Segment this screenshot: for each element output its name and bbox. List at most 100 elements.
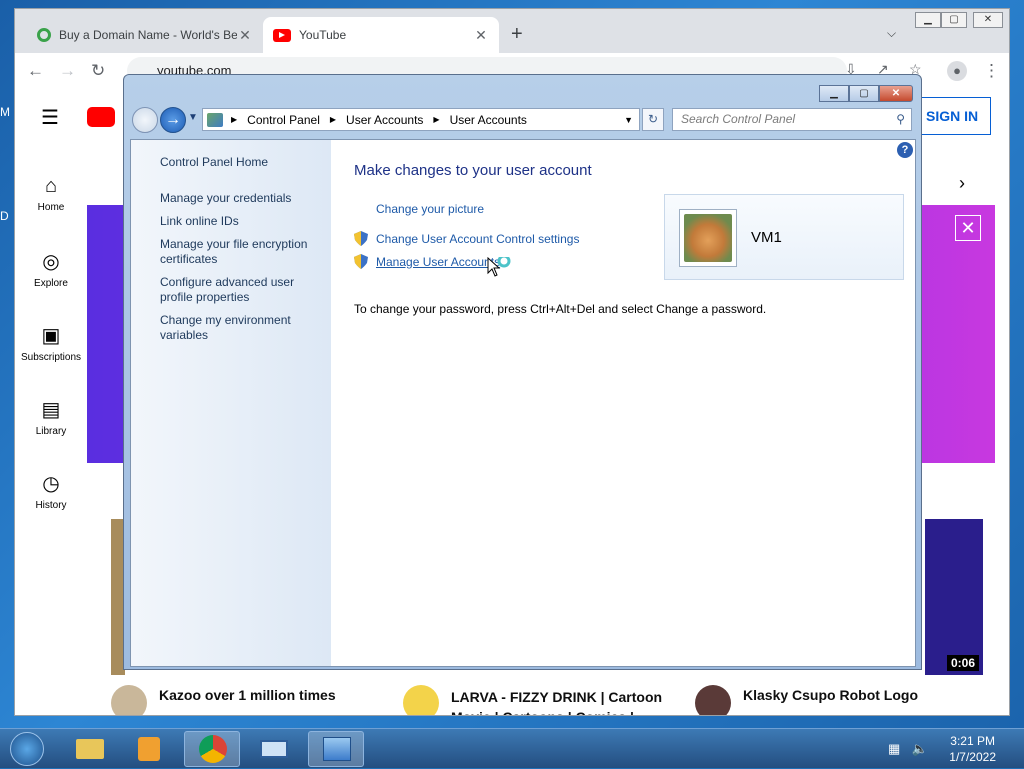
taskbar-explorer[interactable] [62, 731, 118, 767]
home-icon: ⌂ [44, 175, 58, 197]
library-icon: ▤ [41, 399, 61, 421]
desktop-edge-text: M D [0, 60, 12, 268]
refresh-button[interactable]: ↻ [642, 108, 664, 131]
control-panel-content: Control Panel Home Manage your credentia… [130, 139, 916, 667]
breadcrumb-separator[interactable]: ▶ [330, 115, 336, 124]
menu-dots-icon[interactable]: ⋮ [983, 61, 1000, 81]
windows-logo-icon [10, 732, 44, 766]
youtube-logo-icon[interactable] [87, 107, 115, 127]
task-manage-user-accounts[interactable]: Manage User Accounts [354, 254, 500, 269]
link-advanced-profile[interactable]: Configure advanced user profile properti… [160, 275, 325, 305]
link-environment-variables[interactable]: Change my environment variables [160, 313, 325, 343]
dog-picture-icon [684, 214, 732, 262]
close-icon[interactable]: ✕ [955, 215, 981, 241]
network-icon[interactable]: ▦ [888, 741, 900, 756]
taskbar-chrome[interactable] [184, 731, 240, 767]
forward-button[interactable]: → [160, 107, 186, 133]
maximize-button[interactable]: ▢ [849, 85, 879, 102]
breadcrumb-item[interactable]: User Accounts [450, 113, 527, 127]
search-icon[interactable]: ⚲ [896, 109, 905, 130]
channel-avatar[interactable] [111, 685, 147, 715]
back-arrow-icon[interactable]: ← [27, 61, 44, 81]
link-online-ids[interactable]: Link online IDs [160, 214, 325, 229]
sign-in-label: SIGN IN [926, 108, 979, 124]
control-panel-window: ▁ ▢ ✕ → ▼ ▶ Control Panel ▶ User Account… [123, 74, 922, 670]
media-player-icon [138, 737, 160, 761]
clock[interactable]: 3:21 PM 1/7/2022 [949, 733, 996, 765]
minimize-button[interactable]: ▁ [915, 12, 941, 28]
desktop-letter: M [0, 105, 10, 119]
task-label: Manage User Accounts [376, 254, 501, 269]
sidebar-item-history[interactable]: ◷ History [15, 471, 87, 511]
taskbar-remote-desktop[interactable] [246, 731, 302, 767]
help-icon[interactable]: ? [897, 142, 913, 158]
volume-icon[interactable]: 🔈 [912, 741, 928, 756]
breadcrumb-item[interactable]: Control Panel [247, 113, 320, 127]
tab-title: YouTube [299, 28, 347, 42]
plus-icon[interactable]: + [511, 23, 523, 46]
shield-icon [354, 254, 368, 269]
sidebar-item-library[interactable]: ▤ Library [15, 397, 87, 437]
chevron-down-icon[interactable]: ⌵ [887, 26, 896, 41]
maximize-button[interactable]: ▢ [941, 12, 967, 28]
back-button[interactable] [132, 107, 158, 133]
breadcrumb-separator[interactable]: ▶ [433, 115, 439, 124]
hamburger-icon[interactable]: ☰ [41, 105, 59, 130]
forward-arrow-icon[interactable]: → [59, 61, 76, 81]
taskbar: ▦ 🔈 3:21 PM 1/7/2022 [0, 728, 1024, 768]
task-pane: Control Panel Home Manage your credentia… [131, 140, 331, 666]
video-duration: 0:06 [946, 655, 979, 671]
taskbar-control-panel[interactable] [308, 731, 364, 767]
taskbar-media-player[interactable] [122, 731, 178, 767]
avatar[interactable] [679, 209, 737, 267]
channel-avatar[interactable] [695, 685, 731, 715]
chevron-right-icon[interactable]: › [959, 173, 965, 194]
main-pane: ? Make changes to your user account Chan… [331, 140, 917, 666]
link-manage-credentials[interactable]: Manage your credentials [160, 191, 325, 206]
desktop-letter: D [0, 209, 9, 223]
sidebar-item-explore[interactable]: ◎ Explore [15, 249, 87, 289]
control-panel-icon [323, 737, 351, 761]
tab-youtube[interactable]: YouTube ✕ [263, 17, 499, 53]
tab-strip: Buy a Domain Name - World's Be ✕ YouTube… [15, 9, 1009, 53]
video-title[interactable]: Klasky Csupo Robot Logo [743, 687, 918, 703]
reload-icon[interactable]: ↻ [91, 61, 105, 81]
sidebar-item-home[interactable]: ⌂ Home [15, 175, 87, 213]
close-button[interactable]: ✕ [973, 12, 1003, 28]
chevron-down-icon[interactable]: ▼ [624, 115, 633, 125]
video-title[interactable]: Kazoo over 1 million times [159, 687, 336, 703]
tab-namecheap[interactable]: Buy a Domain Name - World's Be ✕ [27, 17, 263, 53]
sidebar-item-label: Explore [34, 278, 68, 289]
profile-icon[interactable]: ● [947, 61, 967, 81]
video-thumbnail[interactable]: 0:06 [925, 519, 983, 675]
address-bar[interactable]: ▶ Control Panel ▶ User Accounts ▶ User A… [202, 108, 640, 131]
task-label: Change User Account Control settings [376, 231, 580, 246]
video-title[interactable]: LARVA - FIZZY DRINK | Cartoon Movie | Ca… [451, 687, 681, 715]
explorer-icon [76, 739, 104, 759]
chrome-icon [199, 735, 227, 763]
subscriptions-icon: ▣ [41, 325, 61, 347]
busy-cursor-icon [487, 257, 511, 277]
clock-time: 3:21 PM [950, 734, 995, 748]
recent-pages-icon[interactable]: ▼ [188, 112, 198, 123]
link-control-panel-home[interactable]: Control Panel Home [160, 155, 325, 170]
clock-date: 1/7/2022 [949, 750, 996, 764]
window-buttons: ▁ ▢ ✕ [819, 85, 913, 102]
close-icon[interactable]: ✕ [237, 27, 253, 44]
tab-title: Buy a Domain Name - World's Be [59, 28, 237, 42]
youtube-sidebar: ⌂ Home ◎ Explore ▣ Subscriptions ▤ Library ◷… [15, 145, 87, 715]
page-title: Make changes to your user account [354, 162, 592, 179]
close-button[interactable]: ✕ [879, 85, 913, 102]
task-change-picture[interactable]: Change your picture [376, 202, 484, 216]
minimize-button[interactable]: ▁ [819, 85, 849, 102]
close-icon[interactable]: ✕ [473, 27, 489, 44]
sidebar-item-label: Home [37, 202, 65, 213]
start-button[interactable] [4, 729, 48, 769]
breadcrumb-item[interactable]: User Accounts [346, 113, 423, 127]
history-icon: ◷ [42, 473, 60, 495]
sidebar-item-subscriptions[interactable]: ▣ Subscriptions [15, 323, 87, 363]
task-uac-settings[interactable]: Change User Account Control settings [354, 231, 579, 246]
link-file-encryption[interactable]: Manage your file encryption certificates [160, 237, 325, 267]
channel-avatar[interactable] [403, 685, 439, 715]
search-input[interactable]: Search Control Panel ⚲ [672, 108, 912, 131]
